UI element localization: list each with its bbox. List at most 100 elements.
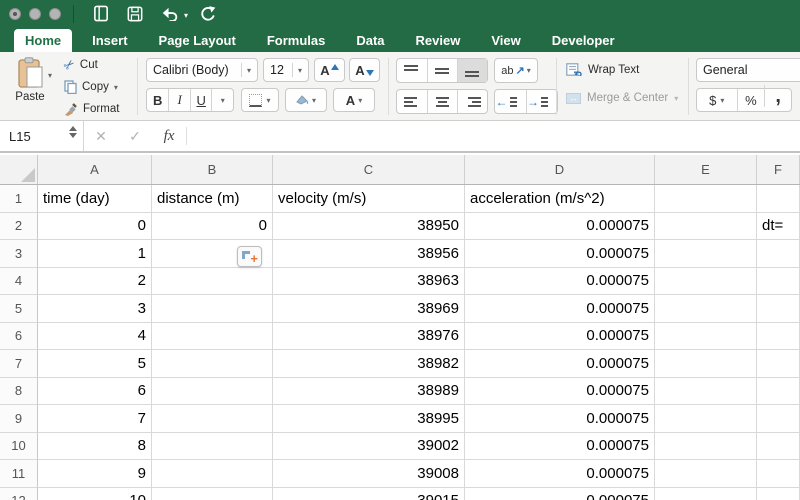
zoom-window-button[interactable]: [49, 8, 61, 20]
minimize-window-button[interactable]: [29, 8, 41, 20]
name-box-stepper[interactable]: [69, 126, 77, 138]
row-header-11[interactable]: 11: [0, 460, 38, 488]
column-header-E[interactable]: E: [655, 155, 757, 184]
cell-A9[interactable]: 7: [38, 405, 152, 433]
tab-page-layout[interactable]: Page Layout: [148, 29, 247, 52]
row-header-2[interactable]: 2: [0, 213, 38, 241]
row-header-1[interactable]: 1: [0, 185, 38, 213]
cell-D10[interactable]: 0.000075: [465, 433, 655, 461]
cell-E12[interactable]: [655, 488, 757, 500]
decrease-indent-button[interactable]: ←: [495, 90, 526, 113]
tab-view[interactable]: View: [480, 29, 531, 52]
row-header-9[interactable]: 9: [0, 405, 38, 433]
cell-B2[interactable]: 0: [152, 213, 273, 241]
cell-B8[interactable]: [152, 378, 273, 406]
cell-B11[interactable]: [152, 460, 273, 488]
cell-E9[interactable]: [655, 405, 757, 433]
cell-D1[interactable]: acceleration (m/s^2): [465, 185, 655, 213]
italic-button[interactable]: I: [168, 89, 190, 111]
column-header-A[interactable]: A: [38, 155, 152, 184]
align-middle-button[interactable]: [427, 59, 457, 82]
column-header-B[interactable]: B: [152, 155, 273, 184]
cell-F3[interactable]: [757, 240, 800, 268]
cell-A4[interactable]: 2: [38, 268, 152, 296]
row-header-3[interactable]: 3: [0, 240, 38, 268]
new-workbook-icon[interactable]: [88, 3, 114, 25]
merge-center-caret[interactable]: ▾: [674, 94, 678, 103]
bold-button[interactable]: B: [147, 89, 168, 111]
cell-B4[interactable]: [152, 268, 273, 296]
row-header-5[interactable]: 5: [0, 295, 38, 323]
align-center-button[interactable]: [427, 90, 457, 113]
cell-E7[interactable]: [655, 350, 757, 378]
cell-A10[interactable]: 8: [38, 433, 152, 461]
cell-B7[interactable]: [152, 350, 273, 378]
cell-E5[interactable]: [655, 295, 757, 323]
cell-D12[interactable]: 0.000075: [465, 488, 655, 500]
align-top-button[interactable]: [397, 59, 427, 82]
wrap-text-button[interactable]: Wrap Text: [566, 63, 639, 76]
currency-style-button[interactable]: $▾: [697, 89, 737, 111]
cell-B6[interactable]: [152, 323, 273, 351]
cell-F1[interactable]: [757, 185, 800, 213]
cell-B1[interactable]: distance (m): [152, 185, 273, 213]
paste-dropdown-caret[interactable]: ▾: [48, 71, 52, 80]
cell-C4[interactable]: 38963: [273, 268, 465, 296]
copy-button[interactable]: Copy ▾: [64, 78, 118, 96]
column-header-D[interactable]: D: [465, 155, 655, 184]
cell-C10[interactable]: 39002: [273, 433, 465, 461]
cell-F2[interactable]: dt=: [757, 213, 800, 241]
cell-F10[interactable]: [757, 433, 800, 461]
align-left-button[interactable]: [397, 90, 427, 113]
cell-A12[interactable]: 10: [38, 488, 152, 500]
cell-F9[interactable]: [757, 405, 800, 433]
number-format-combo[interactable]: General: [696, 58, 800, 82]
cell-E2[interactable]: [655, 213, 757, 241]
save-icon[interactable]: [122, 3, 148, 25]
cell-C2[interactable]: 38950: [273, 213, 465, 241]
shrink-font-button[interactable]: A: [349, 58, 380, 82]
undo-icon[interactable]: [156, 3, 182, 25]
fill-color-button[interactable]: ▾: [285, 88, 327, 112]
format-painter-button[interactable]: Format: [64, 100, 119, 118]
cell-E8[interactable]: [655, 378, 757, 406]
font-name-caret[interactable]: ▾: [241, 63, 251, 77]
cell-B10[interactable]: [152, 433, 273, 461]
row-header-12[interactable]: 12: [0, 488, 38, 500]
fill-color-caret[interactable]: ▾: [312, 96, 316, 105]
cell-D8[interactable]: 0.000075: [465, 378, 655, 406]
cancel-icon[interactable]: ✕: [84, 128, 118, 145]
orientation-caret[interactable]: ▾: [527, 66, 531, 75]
cell-C6[interactable]: 38976: [273, 323, 465, 351]
comma-style-button[interactable]: ,: [764, 85, 791, 107]
cell-A6[interactable]: 4: [38, 323, 152, 351]
cell-C8[interactable]: 38989: [273, 378, 465, 406]
column-header-F[interactable]: F: [757, 155, 800, 184]
cell-F11[interactable]: [757, 460, 800, 488]
tab-data[interactable]: Data: [345, 29, 395, 52]
formula-input[interactable]: [187, 121, 800, 151]
cell-A11[interactable]: 9: [38, 460, 152, 488]
cell-F7[interactable]: [757, 350, 800, 378]
cell-A3[interactable]: 1: [38, 240, 152, 268]
cell-A5[interactable]: 3: [38, 295, 152, 323]
cell-C5[interactable]: 38969: [273, 295, 465, 323]
font-name-combo[interactable]: Calibri (Body) ▾: [146, 58, 258, 82]
increase-indent-button[interactable]: →: [526, 90, 557, 113]
cell-F4[interactable]: [757, 268, 800, 296]
row-header-7[interactable]: 7: [0, 350, 38, 378]
cell-C3[interactable]: 38956: [273, 240, 465, 268]
cell-B5[interactable]: [152, 295, 273, 323]
cell-E10[interactable]: [655, 433, 757, 461]
cell-A1[interactable]: time (day): [38, 185, 152, 213]
align-bottom-button[interactable]: [457, 59, 487, 82]
tab-review[interactable]: Review: [405, 29, 472, 52]
tab-insert[interactable]: Insert: [81, 29, 138, 52]
tab-developer[interactable]: Developer: [541, 29, 626, 52]
close-window-button[interactable]: [9, 8, 21, 20]
cell-E6[interactable]: [655, 323, 757, 351]
percent-style-button[interactable]: %: [737, 89, 765, 111]
font-color-caret[interactable]: ▾: [358, 96, 362, 105]
cell-F8[interactable]: [757, 378, 800, 406]
undo-dropdown-caret[interactable]: ▾: [184, 11, 188, 20]
